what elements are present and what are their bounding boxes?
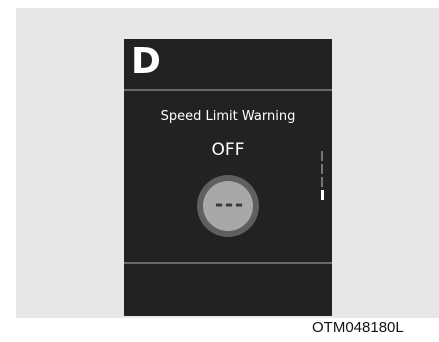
top-divider <box>124 89 332 91</box>
speed-limit-dial-face: --- <box>203 181 253 231</box>
scroll-segment <box>321 164 323 174</box>
menu-scroll-indicator <box>321 151 325 203</box>
speed-limit-dial-icon: --- <box>197 175 259 237</box>
speed-limit-warning-title: Speed Limit Warning <box>160 109 296 124</box>
cluster-display: D Speed Limit Warning OFF --- <box>124 39 332 316</box>
speed-limit-value: --- <box>212 192 245 216</box>
figure-code: OTM048180L <box>312 319 404 336</box>
bottom-divider <box>124 262 332 264</box>
scroll-segment <box>321 151 323 161</box>
speed-limit-warning-status: OFF <box>211 140 245 160</box>
scroll-segment-active <box>321 190 324 200</box>
scroll-segment <box>321 177 323 187</box>
gear-indicator: D <box>131 41 161 82</box>
